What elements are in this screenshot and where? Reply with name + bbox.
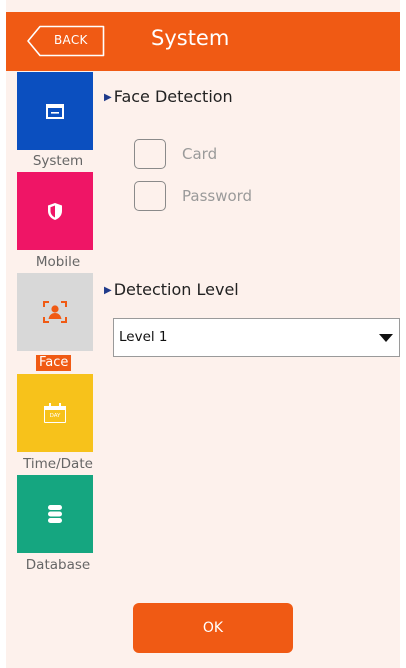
sidebar-item-label: Mobile xyxy=(35,254,81,270)
detection-level-heading: ▶ Detection Level xyxy=(104,280,239,299)
card-checkbox-label: Card xyxy=(182,145,218,163)
time-date-tile: DAY xyxy=(17,374,93,452)
app-window: BACK System System Mobile Face DAY Time/… xyxy=(6,0,400,668)
face-scan-icon xyxy=(43,301,67,323)
face-detection-title: Face Detection xyxy=(113,87,233,106)
header-bar: BACK System xyxy=(6,12,400,71)
database-icon xyxy=(48,505,62,523)
sidebar-item-label: Time/Date xyxy=(23,456,93,472)
triangle-bullet-icon: ▶ xyxy=(104,285,112,296)
sidebar-item-label: System xyxy=(32,153,84,169)
calendar-day-text: DAY xyxy=(49,413,61,419)
back-button-label: BACK xyxy=(54,33,88,47)
password-checkbox[interactable] xyxy=(134,181,166,211)
database-tile xyxy=(17,475,93,553)
dropdown-arrow-icon xyxy=(379,334,393,342)
detection-level-selected-value: Level 1 xyxy=(119,329,168,345)
system-tile xyxy=(17,72,93,150)
shield-icon xyxy=(48,202,62,220)
sidebar-item-label: Face xyxy=(36,355,72,371)
calendar-icon: DAY xyxy=(44,403,66,423)
ok-button-label: OK xyxy=(202,620,224,636)
face-detection-heading: ▶ Face Detection xyxy=(104,87,233,106)
back-button[interactable]: BACK xyxy=(26,25,106,57)
mobile-tile xyxy=(17,172,93,250)
detection-level-dropdown[interactable]: Level 1 xyxy=(113,318,400,357)
window-icon xyxy=(46,103,64,119)
detection-level-title: Detection Level xyxy=(113,280,239,299)
face-tile xyxy=(17,273,93,351)
password-checkbox-label: Password xyxy=(182,187,253,205)
ok-button[interactable]: OK xyxy=(133,603,293,653)
page-title: System xyxy=(151,26,230,50)
sidebar-item-label: Database xyxy=(25,557,91,573)
card-checkbox[interactable] xyxy=(134,139,166,169)
triangle-bullet-icon: ▶ xyxy=(104,92,112,103)
